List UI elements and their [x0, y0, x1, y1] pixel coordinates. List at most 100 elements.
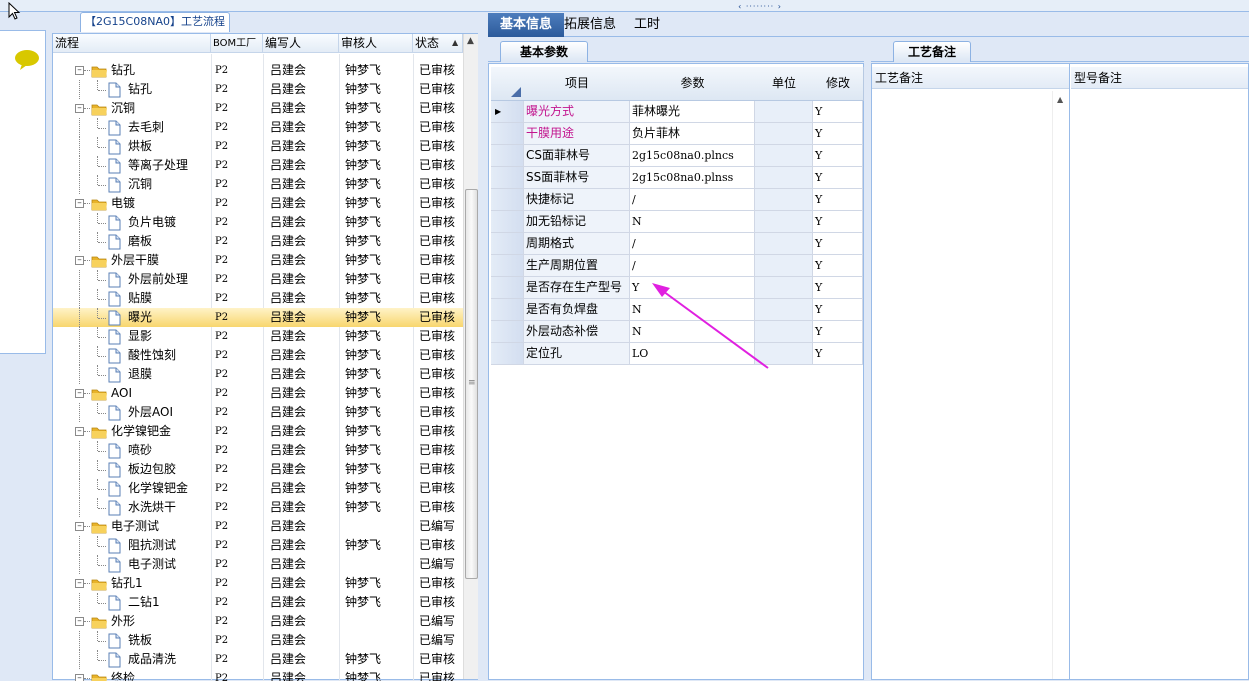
tree-col-header[interactable]: 流程	[53, 34, 211, 53]
grid-cell-param[interactable]: 菲林曝光	[630, 101, 755, 123]
tree-row[interactable]: 烘板 P2 吕建会 钟梦飞 已审核	[53, 137, 463, 156]
tree-row[interactable]: – 外形 P2 吕建会 已编写	[53, 612, 463, 631]
tab-work-hours[interactable]: 工时	[628, 13, 666, 37]
grid-cell-edit[interactable]: Y	[813, 255, 863, 277]
grid-row[interactable]: SS面菲林号 2g15c08na0.plnss Y	[491, 167, 863, 189]
tree-row[interactable]: 显影 P2 吕建会 钟梦飞 已审核	[53, 327, 463, 346]
tree-row[interactable]: 铣板 P2 吕建会 已编写	[53, 631, 463, 650]
row-indicator[interactable]	[491, 321, 524, 343]
middle-splitter[interactable]	[478, 12, 488, 680]
notes-scroll-up-icon[interactable]: ▲	[1057, 95, 1063, 104]
grid-cell-unit[interactable]	[755, 123, 813, 145]
tree-row[interactable]: 磨板 P2 吕建会 钟梦飞 已审核	[53, 232, 463, 251]
tree-row[interactable]: – 电子测试 P2 吕建会 已编写	[53, 517, 463, 536]
grid-cell-edit[interactable]: Y	[813, 277, 863, 299]
grid-cell-edit[interactable]: Y	[813, 167, 863, 189]
tab-basic-params[interactable]: 基本参数	[500, 41, 588, 62]
grid-cell-unit[interactable]	[755, 167, 813, 189]
tree-row[interactable]: – 钻孔1 P2 吕建会 钟梦飞 已审核	[53, 574, 463, 593]
process-notes-area[interactable]: 工艺备注 ▲	[872, 64, 1070, 679]
grid-col-unit[interactable]: 单位	[755, 67, 814, 101]
tree-row[interactable]: 化学镍钯金 P2 吕建会 钟梦飞 已审核	[53, 479, 463, 498]
tree-scrollbar[interactable]: ▲ ≡	[463, 34, 479, 679]
tree-row[interactable]: 去毛刺 P2 吕建会 钟梦飞 已审核	[53, 118, 463, 137]
grid-cell-edit[interactable]: Y	[813, 343, 863, 365]
tree-row[interactable]: 贴膜 P2 吕建会 钟梦飞 已审核	[53, 289, 463, 308]
row-indicator[interactable]	[491, 233, 524, 255]
tree-row[interactable]: 酸性蚀刻 P2 吕建会 钟梦飞 已审核	[53, 346, 463, 365]
grid-cell-edit[interactable]: Y	[813, 145, 863, 167]
grid-row[interactable]: 快捷标记 / Y	[491, 189, 863, 211]
tree-row[interactable]: – 外层干膜 P2 吕建会 钟梦飞 已审核	[53, 251, 463, 270]
notes-scrollbar[interactable]: ▲	[1052, 91, 1068, 679]
grid-cell-edit[interactable]: Y	[813, 299, 863, 321]
row-indicator[interactable]	[491, 299, 524, 321]
row-indicator[interactable]	[491, 189, 524, 211]
tree-row[interactable]: 水洗烘干 P2 吕建会 钟梦飞 已审核	[53, 498, 463, 517]
row-indicator[interactable]	[491, 211, 524, 233]
tree-row[interactable]: 成品清洗 P2 吕建会 钟梦飞 已审核	[53, 650, 463, 669]
row-indicator[interactable]	[491, 343, 524, 365]
grid-cell-param[interactable]: 负片菲林	[630, 123, 755, 145]
chat-bubble-icon[interactable]	[14, 49, 40, 71]
collapse-toggle-icon[interactable]: –	[75, 199, 84, 208]
tree-row[interactable]: – 沉铜 P2 吕建会 钟梦飞 已审核	[53, 99, 463, 118]
tree-row[interactable]: 电子测试 P2 吕建会 已编写	[53, 555, 463, 574]
scroll-up-icon[interactable]: ▲	[467, 36, 474, 46]
collapse-toggle-icon[interactable]: –	[75, 427, 84, 436]
row-indicator[interactable]	[491, 277, 524, 299]
tree-col-header[interactable]: BOM工厂	[211, 34, 263, 53]
collapse-toggle-icon[interactable]: –	[75, 66, 84, 75]
tree-row[interactable]: 负片电镀 P2 吕建会 钟梦飞 已审核	[53, 213, 463, 232]
row-indicator[interactable]: ▶	[491, 101, 524, 123]
grid-row[interactable]: 干膜用途 负片菲林 Y	[491, 123, 863, 145]
tree-row[interactable]: 退膜 P2 吕建会 钟梦飞 已审核	[53, 365, 463, 384]
process-flow-tab[interactable]: 【2G15C08NA0】工艺流程	[80, 12, 230, 32]
row-indicator[interactable]	[491, 145, 524, 167]
grid-cell-unit[interactable]	[755, 211, 813, 233]
grid-cell-param[interactable]: N	[630, 211, 755, 233]
tab-process-notes[interactable]: 工艺备注	[893, 41, 971, 62]
grid-cell-unit[interactable]	[755, 189, 813, 211]
right-splitter[interactable]	[864, 38, 871, 680]
grid-cell-param[interactable]: /	[630, 233, 755, 255]
grid-cell-edit[interactable]: Y	[813, 233, 863, 255]
tree-row[interactable]: 曝光 P2 吕建会 钟梦飞 已审核	[53, 308, 463, 327]
tree-col-header[interactable]: 编写人	[263, 34, 339, 53]
collapse-toggle-icon[interactable]: –	[75, 579, 84, 588]
tree-row[interactable]: 钻孔 P2 吕建会 钟梦飞 已审核	[53, 80, 463, 99]
grid-cell-edit[interactable]: Y	[813, 123, 863, 145]
tree-scroll-thumb[interactable]: ≡	[465, 189, 478, 579]
tree-row[interactable]: 二钻1 P2 吕建会 钟梦飞 已审核	[53, 593, 463, 612]
grid-row[interactable]: CS面菲林号 2g15c08na0.plncs Y	[491, 145, 863, 167]
grid-cell-unit[interactable]	[755, 101, 813, 123]
grid-row[interactable]: 加无铅标记 N Y	[491, 211, 863, 233]
grid-cell-unit[interactable]	[755, 233, 813, 255]
top-splitter-grip[interactable]: ‹ ········ ›	[728, 3, 792, 11]
tree-row[interactable]: 喷砂 P2 吕建会 钟梦飞 已审核	[53, 441, 463, 460]
grid-cell-edit[interactable]: Y	[813, 189, 863, 211]
tree-row[interactable]: 外层AOI P2 吕建会 钟梦飞 已审核	[53, 403, 463, 422]
tab-basic-info[interactable]: 基本信息	[488, 13, 564, 37]
tree-row[interactable]: 外层前处理 P2 吕建会 钟梦飞 已审核	[53, 270, 463, 289]
row-indicator[interactable]	[491, 167, 524, 189]
tree-row[interactable]: 沉铜 P2 吕建会 钟梦飞 已审核	[53, 175, 463, 194]
grid-col-param[interactable]: 参数	[630, 67, 756, 101]
grid-cell-edit[interactable]: Y	[813, 321, 863, 343]
tab-extended-info[interactable]: 拓展信息	[558, 13, 622, 37]
tree-row[interactable]: 等离子处理 P2 吕建会 钟梦飞 已审核	[53, 156, 463, 175]
tree-col-header[interactable]: 审核人	[339, 34, 413, 53]
row-indicator[interactable]	[491, 123, 524, 145]
tree-row[interactable]: – 化学镍钯金 P2 吕建会 钟梦飞 已审核	[53, 422, 463, 441]
collapse-toggle-icon[interactable]: –	[75, 256, 84, 265]
grid-cell-param[interactable]: 2g15c08na0.plnss	[630, 167, 755, 189]
collapse-toggle-icon[interactable]: –	[75, 389, 84, 398]
tree-row[interactable]: 板边包胶 P2 吕建会 钟梦飞 已审核	[53, 460, 463, 479]
grid-col-item[interactable]: 项目	[524, 67, 631, 101]
grid-cell-edit[interactable]: Y	[813, 101, 863, 123]
tree-row[interactable]: – 电镀 P2 吕建会 钟梦飞 已审核	[53, 194, 463, 213]
grid-row[interactable]: ▶ 曝光方式 菲林曝光 Y	[491, 101, 863, 123]
tree-row[interactable]: – 钻孔 P2 吕建会 钟梦飞 已审核	[53, 61, 463, 80]
grid-cell-param[interactable]: 2g15c08na0.plncs	[630, 145, 755, 167]
grid-cell-edit[interactable]: Y	[813, 211, 863, 233]
